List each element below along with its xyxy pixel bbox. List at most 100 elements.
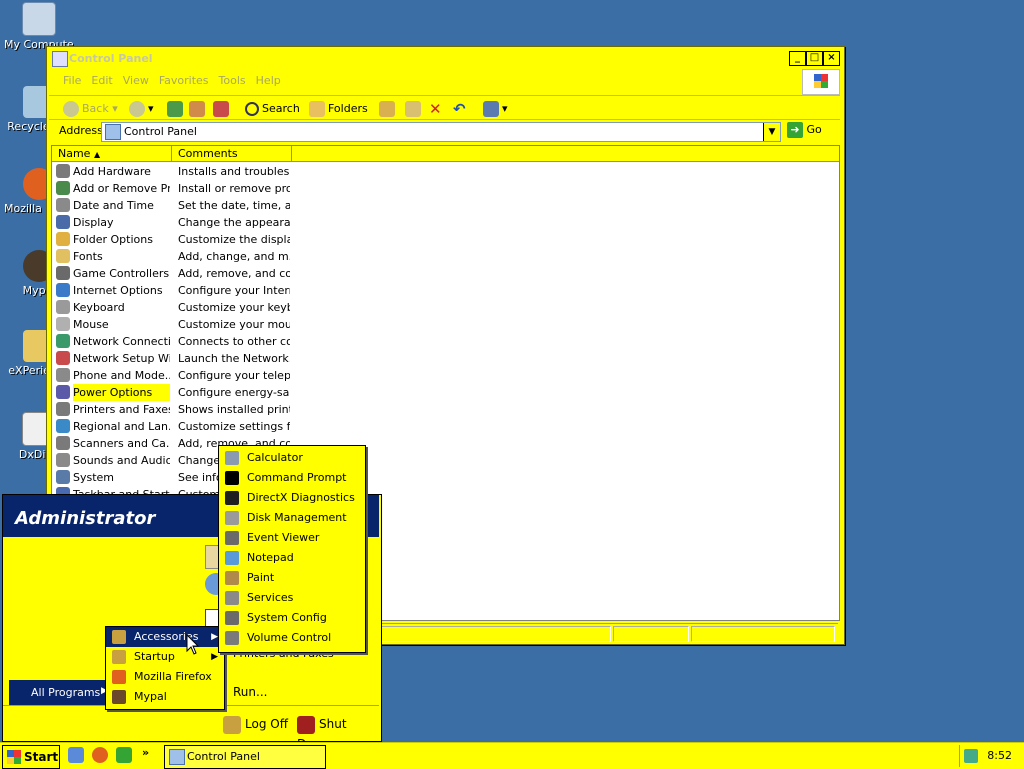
item-comment: Set the date, time, a... xyxy=(178,199,290,212)
log-off-label: Log Off xyxy=(245,717,288,731)
menu-file[interactable]: File xyxy=(63,74,81,87)
list-item[interactable]: Date and Time Set the date, time, a... xyxy=(52,197,292,214)
item-comment: Change the appeara... xyxy=(178,216,290,229)
accessory-menu-item[interactable]: Disk Management xyxy=(219,508,365,528)
control-panel-item-icon xyxy=(56,215,70,229)
item-comment: Customize the displa... xyxy=(178,233,290,246)
list-item[interactable]: Internet Options Configure your Intern... xyxy=(52,282,292,299)
accessory-menu-item[interactable]: Volume Control xyxy=(219,628,365,648)
quicklaunch-firefox-icon[interactable] xyxy=(92,747,108,763)
minimize-button[interactable]: _ xyxy=(789,51,806,66)
list-item[interactable]: Keyboard Customize your keyb... xyxy=(52,299,292,316)
column-header-comments[interactable]: Comments xyxy=(172,146,292,162)
program-menu-item[interactable]: Accessories ▶ xyxy=(106,627,224,647)
run-item[interactable]: Run... xyxy=(233,685,267,699)
list-item[interactable]: Fonts Add, change, and m... xyxy=(52,248,292,265)
views-button[interactable]: ▾ xyxy=(483,100,508,118)
toolbar-button-3[interactable] xyxy=(213,100,232,118)
name-column-label: Name xyxy=(58,147,91,160)
title-bar[interactable]: Control Panel _ □ × xyxy=(49,49,842,67)
list-item[interactable]: Add or Remove Pr... Install or remove pro… xyxy=(52,180,292,197)
forward-button[interactable]: ▾ xyxy=(129,100,154,118)
list-item[interactable]: Phone and Mode... Configure your telep... xyxy=(52,367,292,384)
sort-asc-icon: ▲ xyxy=(93,150,101,159)
item-comment: Shows installed print... xyxy=(178,403,290,416)
list-item[interactable]: Folder Options Customize the displa... xyxy=(52,231,292,248)
search-button[interactable]: Search xyxy=(245,100,300,118)
program-menu-item[interactable]: Startup ▶ xyxy=(106,647,224,667)
control-panel-item-icon xyxy=(56,385,70,399)
list-item[interactable]: Network Setup Wi... Launch the Network... xyxy=(52,350,292,367)
all-programs-button[interactable]: All Programs ▶ xyxy=(9,680,109,706)
taskbar-item-control-panel[interactable]: Control Panel xyxy=(164,745,326,769)
list-item[interactable]: Printers and Faxes Shows installed print.… xyxy=(52,401,292,418)
go-label: Go xyxy=(806,123,822,136)
list-item[interactable]: Power Options Configure energy-sa... xyxy=(52,384,292,401)
address-dropdown-button[interactable]: ▼ xyxy=(763,123,780,141)
back-button[interactable]: Back ▾ xyxy=(63,100,118,118)
program-label: Mypal xyxy=(134,690,167,703)
item-name: Internet Options xyxy=(73,284,163,297)
start-menu-footer: Log Off Shut Down xyxy=(3,705,379,751)
up-folder-button[interactable] xyxy=(167,100,186,118)
status-segment xyxy=(613,626,689,642)
menu-view[interactable]: View xyxy=(123,74,149,87)
toolbar-button-2[interactable] xyxy=(189,100,208,118)
program-menu-item[interactable]: Mypal xyxy=(106,687,224,707)
tray-network-icon[interactable] xyxy=(964,749,978,763)
control-panel-item-icon xyxy=(56,181,70,195)
accessory-menu-item[interactable]: Command Prompt xyxy=(219,468,365,488)
program-icon xyxy=(112,670,126,684)
arrow-right-icon: ▶ xyxy=(211,632,218,642)
address-field[interactable]: Control Panel ▼ xyxy=(101,122,781,142)
accessory-menu-item[interactable]: System Config xyxy=(219,608,365,628)
search-icon xyxy=(245,102,259,116)
accessory-menu-item[interactable]: Services xyxy=(219,588,365,608)
list-item[interactable]: Display Change the appeara... xyxy=(52,214,292,231)
list-item[interactable]: Game Controllers Add, remove, and co... xyxy=(52,265,292,282)
start-button[interactable]: Start xyxy=(2,745,60,769)
accessory-label: Calculator xyxy=(247,451,303,464)
accessory-menu-item[interactable]: Notepad xyxy=(219,548,365,568)
list-item[interactable]: Regional and Lan... Customize settings fo… xyxy=(52,418,292,435)
shut-down-button[interactable]: Shut Down xyxy=(297,714,379,751)
accessory-menu-item[interactable]: Paint xyxy=(219,568,365,588)
accessory-label: Notepad xyxy=(247,551,294,564)
program-icon xyxy=(112,650,126,664)
taskbar-item-label: Control Panel xyxy=(187,750,260,763)
menu-help[interactable]: Help xyxy=(256,74,281,87)
control-panel-item-icon xyxy=(56,198,70,212)
program-icon xyxy=(112,690,126,704)
folders-button[interactable]: Folders xyxy=(309,100,368,118)
quicklaunch-ie-icon[interactable] xyxy=(68,747,84,763)
delete-icon xyxy=(213,101,229,117)
list-item[interactable]: Add Hardware Installs and troublesh... xyxy=(52,163,292,180)
go-button[interactable]: ➜ Go xyxy=(787,122,822,138)
accessory-menu-item[interactable]: Event Viewer xyxy=(219,528,365,548)
menu-edit[interactable]: Edit xyxy=(91,74,112,87)
folder-icon xyxy=(189,101,205,117)
list-item[interactable]: Network Connecti... Connects to other co.… xyxy=(52,333,292,350)
column-header-name[interactable]: Name ▲ xyxy=(52,146,172,162)
menu-tools[interactable]: Tools xyxy=(219,74,246,87)
quicklaunch-arrow-icon[interactable] xyxy=(116,747,132,763)
program-menu-item[interactable]: Mozilla Firefox xyxy=(106,667,224,687)
accessory-icon xyxy=(225,491,239,505)
desktop-icon-my-computer[interactable]: My Computer xyxy=(4,2,74,51)
log-off-button[interactable]: Log Off xyxy=(223,714,288,734)
undo-button[interactable]: ↶ xyxy=(453,100,466,118)
copy-to-button[interactable] xyxy=(405,100,424,118)
control-panel-item-icon xyxy=(56,334,70,348)
menu-bar: File Edit View Favorites Tools Help xyxy=(49,71,798,91)
quicklaunch-overflow-button[interactable]: » xyxy=(142,746,149,759)
move-to-button[interactable] xyxy=(379,100,398,118)
maximize-button[interactable]: □ xyxy=(806,51,823,66)
menu-favorites[interactable]: Favorites xyxy=(159,74,209,87)
item-comment: Configure your telep... xyxy=(178,369,290,382)
accessory-label: Disk Management xyxy=(247,511,347,524)
list-item[interactable]: Mouse Customize your mous... xyxy=(52,316,292,333)
accessory-menu-item[interactable]: Calculator xyxy=(219,448,365,468)
close-button[interactable]: × xyxy=(823,51,840,66)
delete-button[interactable]: ✕ xyxy=(429,100,442,118)
accessory-menu-item[interactable]: DirectX Diagnostics xyxy=(219,488,365,508)
